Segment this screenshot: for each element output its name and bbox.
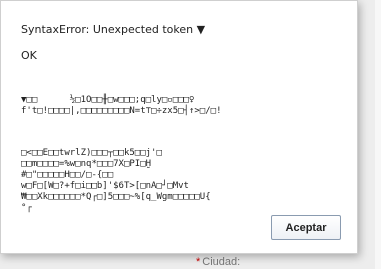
dialog-body: ▼□□ ½□1O□□╫□w□□□;q□ly□▫□□□♀ f't□!□□□□|,□… <box>21 73 343 236</box>
accept-button[interactable]: Aceptar <box>271 215 341 240</box>
city-label-text: Ciudad: <box>202 256 241 268</box>
alert-dialog: SyntaxError: Unexpected token ▼ OK ▼□□ ½… <box>0 0 358 254</box>
garbled-text-block: ▼□□ ½□1O□□╫□w□□□;q□ly□▫□□□♀ f't□!□□□□|,□… <box>21 95 222 116</box>
garbled-text-block: □<□□E□□twrlZ)□□□┬□□k5□□j'□ □□m□□□□=%w□nq… <box>21 148 211 213</box>
city-field-label: * Ciudad: <box>196 256 240 268</box>
scrollbar[interactable] <box>375 0 381 269</box>
dialog-message-title: SyntaxError: Unexpected token ▼ <box>21 23 206 36</box>
dialog-status-text: OK <box>21 49 37 62</box>
required-marker: * <box>196 256 201 268</box>
